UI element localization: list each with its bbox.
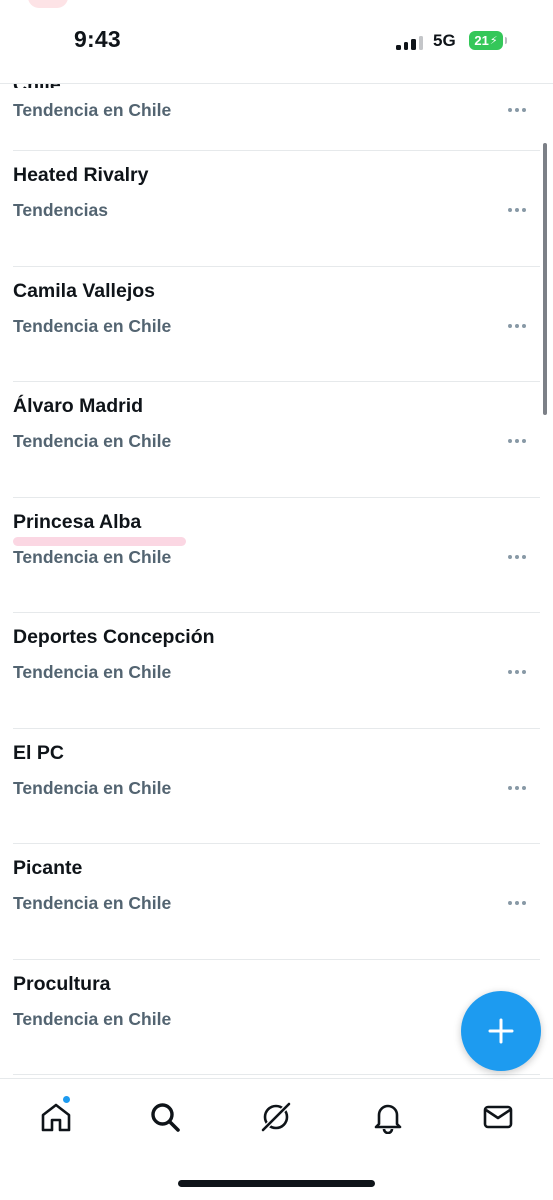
trend-title: Procultura <box>13 972 111 995</box>
more-options-icon[interactable] <box>505 319 529 333</box>
more-options-icon[interactable] <box>505 665 529 679</box>
trend-subtitle: Tendencia en Chile <box>13 777 172 798</box>
trend-item[interactable]: Deportes Concepción Tendencia en Chile <box>13 613 540 729</box>
network-label: 5G <box>433 31 456 50</box>
trend-subtitle: Tendencia en Chile <box>13 662 172 682</box>
trend-title: Camila Vallejos <box>13 279 155 302</box>
signal-icon <box>396 36 423 50</box>
nav-notifications[interactable] <box>370 1099 406 1135</box>
battery-level: 21 <box>474 33 489 48</box>
trend-item[interactable]: Camila Vallejos Tendencia en Chile <box>13 267 540 382</box>
trend-item[interactable]: Heated Rivalry Tendencias <box>13 151 540 267</box>
trend-item[interactable]: Princesa Alba Tendencia en Chile <box>13 498 540 613</box>
bell-icon <box>374 1104 402 1134</box>
trend-item[interactable]: Chile Tendencia en Chile <box>13 74 540 151</box>
mail-icon <box>483 1105 513 1129</box>
highlight-mark <box>13 536 186 546</box>
trend-item[interactable]: El PC Tendencia en Chile <box>13 729 540 844</box>
trend-subtitle: Tendencia en Chile <box>13 893 172 913</box>
trend-title: Álvaro Madrid <box>13 395 144 417</box>
notification-peek <box>28 0 68 8</box>
trend-subtitle: Tendencia en Chile <box>13 546 172 567</box>
scroll-indicator[interactable] <box>543 143 547 415</box>
trend-subtitle: Tendencia en Chile <box>13 315 172 336</box>
more-options-icon[interactable] <box>505 781 529 795</box>
nav-messages[interactable] <box>480 1099 516 1135</box>
trend-item[interactable]: Álvaro Madrid Tendencia en Chile <box>13 382 540 498</box>
plus-icon <box>488 1018 514 1044</box>
nav-search[interactable] <box>147 1099 183 1135</box>
more-options-icon[interactable] <box>505 550 529 564</box>
nav-grok[interactable] <box>258 1099 294 1135</box>
more-options-icon[interactable] <box>505 434 529 448</box>
trend-subtitle: Tendencia en Chile <box>13 1008 172 1029</box>
notification-dot <box>62 1095 71 1104</box>
trend-item[interactable]: Picante Tendencia en Chile <box>13 844 540 960</box>
trend-subtitle: Tendencia en Chile <box>13 431 172 451</box>
trend-title: Picante <box>13 857 83 879</box>
trends-list: Chile Tendencia en Chile Heated Rivalry … <box>0 74 553 1075</box>
home-indicator[interactable] <box>178 1180 375 1187</box>
trend-title: Princesa Alba <box>13 510 142 533</box>
more-options-icon[interactable] <box>505 103 529 117</box>
status-bar: 9:43 5G 21 ⚡ <box>0 0 553 84</box>
trend-subtitle: Tendencia en Chile <box>13 100 172 120</box>
trend-title: El PC <box>13 741 64 764</box>
trend-title: Deportes Concepción <box>13 626 215 648</box>
trend-title: Heated Rivalry <box>13 164 149 186</box>
nav-home[interactable] <box>38 1099 74 1135</box>
home-icon <box>41 1103 71 1132</box>
peek-icon <box>509 0 525 8</box>
trend-subtitle: Tendencias <box>13 200 108 220</box>
battery-icon: 21 ⚡ <box>469 31 507 50</box>
more-options-icon[interactable] <box>505 896 529 910</box>
status-time: 9:43 <box>74 26 121 52</box>
search-icon <box>151 1103 180 1132</box>
grok-icon <box>260 1101 292 1133</box>
more-options-icon[interactable] <box>505 203 529 217</box>
compose-button[interactable] <box>461 991 541 1071</box>
trend-item[interactable]: Procultura Tendencia en Chile <box>13 960 540 1075</box>
